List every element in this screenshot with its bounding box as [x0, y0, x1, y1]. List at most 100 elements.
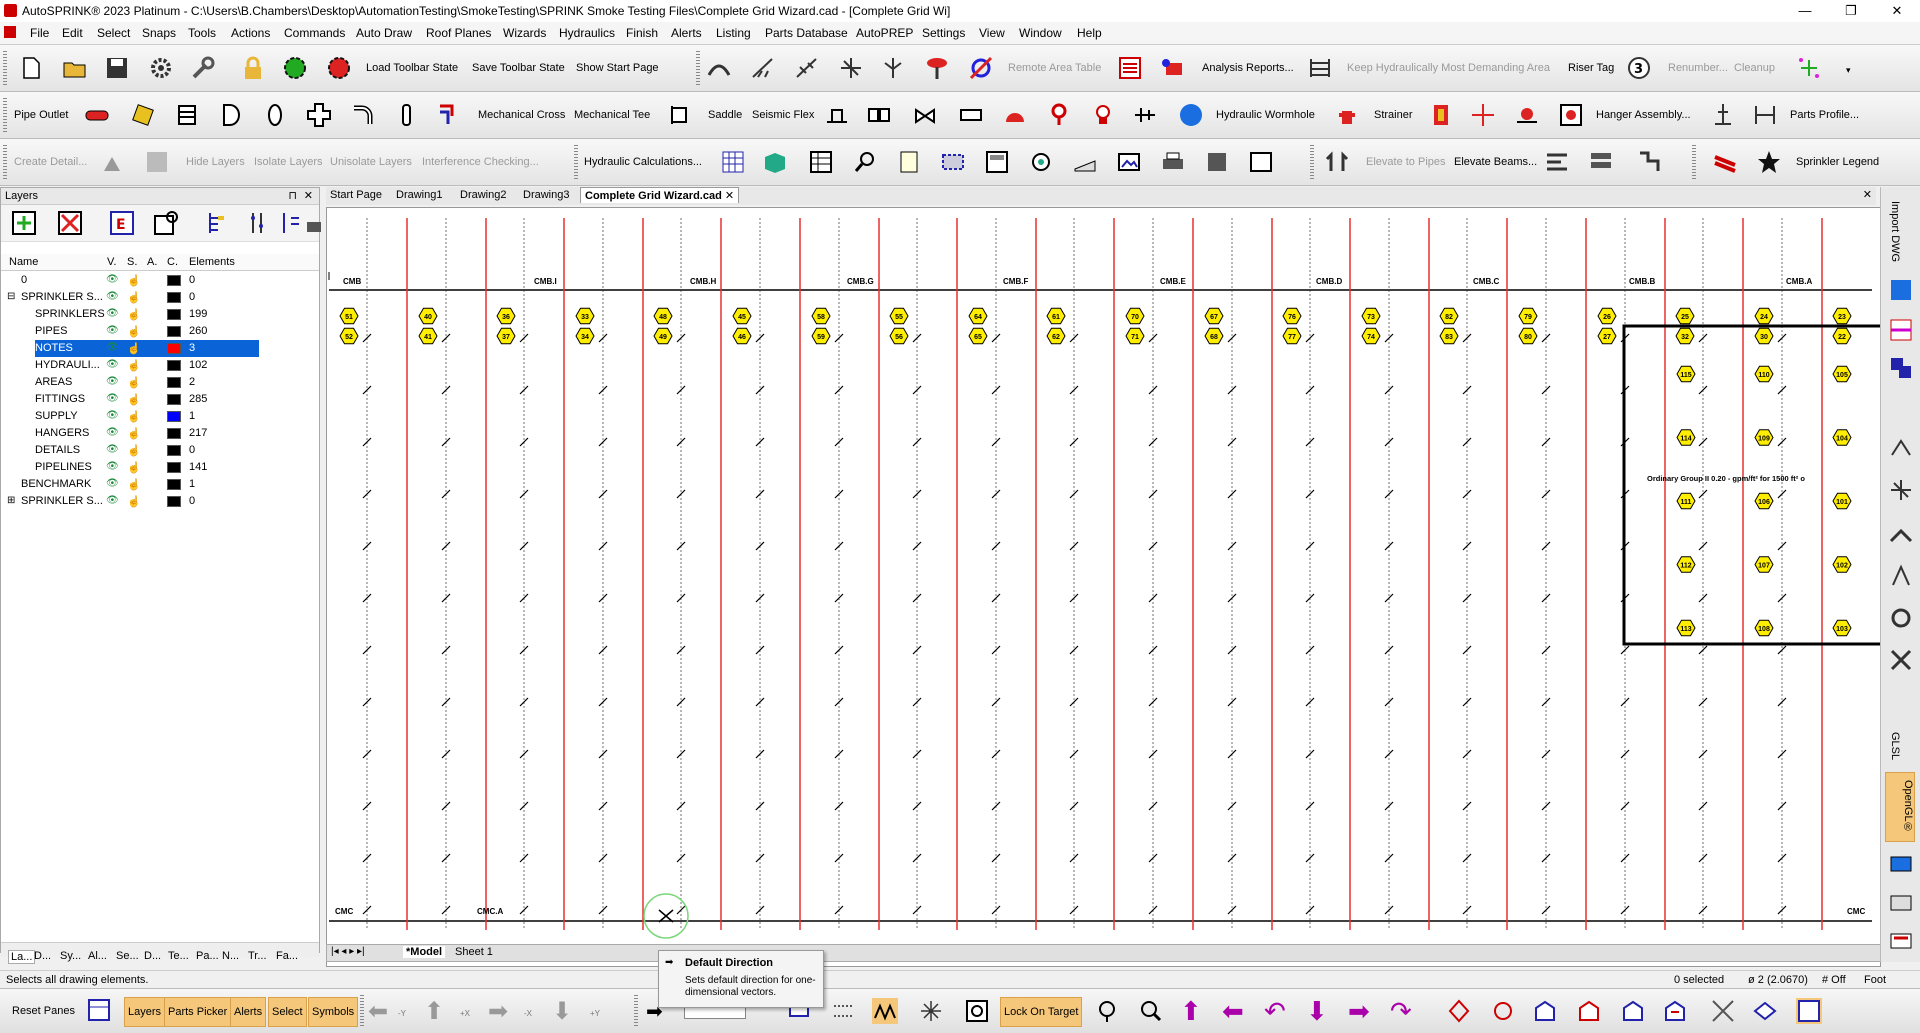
- fire-dept-connection-icon[interactable]: [1046, 102, 1072, 128]
- layer-row[interactable]: 0 👁 ☝ 0: [1, 272, 321, 289]
- selectable-hand-icon[interactable]: ☝: [127, 291, 141, 304]
- sprinkler-array-icon[interactable]: [794, 55, 820, 81]
- layer-color-swatch[interactable]: [167, 343, 181, 354]
- iso-view-icon[interactable]: [1888, 563, 1914, 589]
- menu-view[interactable]: View: [979, 26, 1005, 40]
- red-pipes-icon[interactable]: [1712, 149, 1738, 175]
- layer-name[interactable]: AREAS: [35, 376, 72, 388]
- sprinkler-grid-icon[interactable]: [838, 55, 864, 81]
- hanger-assembly-icon[interactable]: [1558, 102, 1584, 128]
- roof-view-icon[interactable]: [1888, 523, 1914, 549]
- cleanup-button[interactable]: Cleanup: [1734, 62, 1775, 74]
- display-red-icon[interactable]: [1888, 929, 1914, 955]
- arrow-right-icon[interactable]: ➡: [488, 997, 508, 1026]
- menu-commands[interactable]: Commands: [284, 26, 345, 40]
- hanger-rod-icon[interactable]: [1710, 102, 1736, 128]
- layer-row[interactable]: FITTINGS 👁 ☝ 285: [1, 391, 321, 408]
- renumber-icon[interactable]: 3: [1626, 55, 1652, 81]
- remote-area-table-button[interactable]: Remote Area Table: [1008, 62, 1101, 74]
- zoom-extents-icon[interactable]: [1094, 998, 1120, 1024]
- layer-name[interactable]: DETAILS: [35, 444, 80, 456]
- image-insert-icon[interactable]: [1116, 149, 1142, 175]
- hydraulic-wormhole-icon[interactable]: [1178, 102, 1204, 128]
- minimize-button[interactable]: —: [1782, 0, 1828, 22]
- selectable-hand-icon[interactable]: ☝: [127, 444, 141, 457]
- layer-color-swatch[interactable]: [167, 462, 181, 473]
- flange-icon[interactable]: [174, 102, 200, 128]
- col-elements[interactable]: Elements: [189, 256, 235, 268]
- rotate-view-icon[interactable]: [1888, 435, 1914, 461]
- tab-symbols[interactable]: Sy...: [60, 950, 81, 962]
- alarm-bell-icon[interactable]: [1002, 102, 1028, 128]
- keep-hydraulically-demanding-button[interactable]: Keep Hydraulically Most Demanding Area: [1347, 62, 1550, 74]
- layer-name[interactable]: NOTES: [35, 340, 107, 357]
- visible-eye-icon[interactable]: 👁: [106, 342, 119, 353]
- snap-points-icon[interactable]: [830, 998, 856, 1024]
- selectable-hand-icon[interactable]: ☝: [127, 342, 141, 355]
- view-rotate-icon[interactable]: [1490, 998, 1516, 1024]
- close-tab-icon[interactable]: ✕: [725, 190, 734, 202]
- elevate-beams-button[interactable]: Elevate Beams...: [1454, 156, 1537, 168]
- window-icon[interactable]: [1248, 149, 1274, 175]
- detail-gear-icon[interactable]: [144, 149, 170, 175]
- layer-row[interactable]: ⊟ SPRINKLER S... 👁 ☝ 0: [1, 289, 321, 306]
- view-front-icon[interactable]: [1532, 998, 1558, 1024]
- fit-view-icon[interactable]: [1710, 998, 1736, 1024]
- red-cross-icon[interactable]: [1470, 102, 1496, 128]
- selectable-hand-icon[interactable]: ☝: [127, 325, 141, 338]
- tab-text[interactable]: Te...: [168, 950, 189, 962]
- show-start-page-button[interactable]: Show Start Page: [576, 62, 659, 74]
- parts-picker-button[interactable]: Parts Picker: [164, 997, 232, 1027]
- detail-icon[interactable]: [100, 149, 126, 175]
- menu-finish[interactable]: Finish: [626, 26, 658, 40]
- selectable-hand-icon[interactable]: ☝: [127, 410, 141, 423]
- sheet-nav-icon[interactable]: |◂ ◂ ▸ ▸|: [331, 946, 365, 957]
- layer-name[interactable]: BENCHMARK: [21, 478, 91, 490]
- selectable-hand-icon[interactable]: ☝: [127, 461, 141, 474]
- toolbar-grip[interactable]: [1310, 145, 1314, 179]
- layer-settings-icon[interactable]: [153, 210, 179, 236]
- opengl-tab[interactable]: OpenGL®: [1885, 772, 1915, 842]
- visible-eye-icon[interactable]: 👁: [106, 359, 119, 370]
- layer-name[interactable]: SPRINKLER S...: [21, 291, 103, 303]
- tab-d2[interactable]: D...: [144, 950, 161, 962]
- star-icon[interactable]: [1756, 149, 1782, 175]
- visible-eye-icon[interactable]: 👁: [106, 444, 119, 455]
- visible-eye-icon[interactable]: 👁: [106, 291, 119, 302]
- pan-up-icon[interactable]: ⬆: [1180, 996, 1202, 1027]
- hydrant-icon[interactable]: [1334, 102, 1360, 128]
- fitting-view-icon[interactable]: [1888, 647, 1914, 673]
- elevate-to-pipes-button[interactable]: Elevate to Pipes: [1366, 156, 1446, 168]
- layer-properties-icon[interactable]: E: [109, 210, 135, 236]
- visible-eye-icon[interactable]: 👁: [106, 495, 119, 506]
- load-toolbar-state-button[interactable]: Load Toolbar State: [366, 62, 458, 74]
- calc-sheet-icon[interactable]: [1117, 55, 1143, 81]
- col-name[interactable]: Name: [9, 256, 38, 268]
- panes-icon[interactable]: [86, 997, 112, 1023]
- pan-down-icon[interactable]: ⬇: [1306, 996, 1328, 1027]
- dimension-icon[interactable]: [1752, 102, 1778, 128]
- reducer-icon[interactable]: [394, 102, 420, 128]
- menu-file[interactable]: File: [30, 26, 49, 40]
- menu-tools[interactable]: Tools: [188, 26, 216, 40]
- seismic-brace-icon[interactable]: [824, 102, 850, 128]
- layer-color-swatch[interactable]: [167, 445, 181, 456]
- sprinkler-tool-icon[interactable]: [750, 55, 776, 81]
- arrow-left-icon[interactable]: ⬅: [368, 997, 388, 1026]
- layer-row[interactable]: DETAILS 👁 ☝ 0: [1, 442, 321, 459]
- save-icon[interactable]: [104, 55, 130, 81]
- valve-icon[interactable]: [912, 102, 938, 128]
- col-active[interactable]: A.: [147, 256, 157, 268]
- tab-drawing1[interactable]: Drawing1: [396, 189, 442, 201]
- seismic-flex-button[interactable]: Seismic Flex: [752, 109, 814, 121]
- layer-lock-icon[interactable]: [301, 210, 321, 236]
- snap-active-icon[interactable]: [872, 998, 898, 1024]
- selectable-hand-icon[interactable]: ☝: [127, 478, 141, 491]
- interference-checking-button[interactable]: Interference Checking...: [422, 156, 539, 168]
- create-detail-button[interactable]: Create Detail...: [14, 156, 87, 168]
- sheet-tab-model[interactable]: *Model: [403, 946, 446, 958]
- import-blue-icon[interactable]: [1888, 355, 1914, 381]
- new-file-icon[interactable]: [18, 55, 44, 81]
- menu-actions[interactable]: Actions: [231, 26, 270, 40]
- elbow-icon[interactable]: [350, 102, 376, 128]
